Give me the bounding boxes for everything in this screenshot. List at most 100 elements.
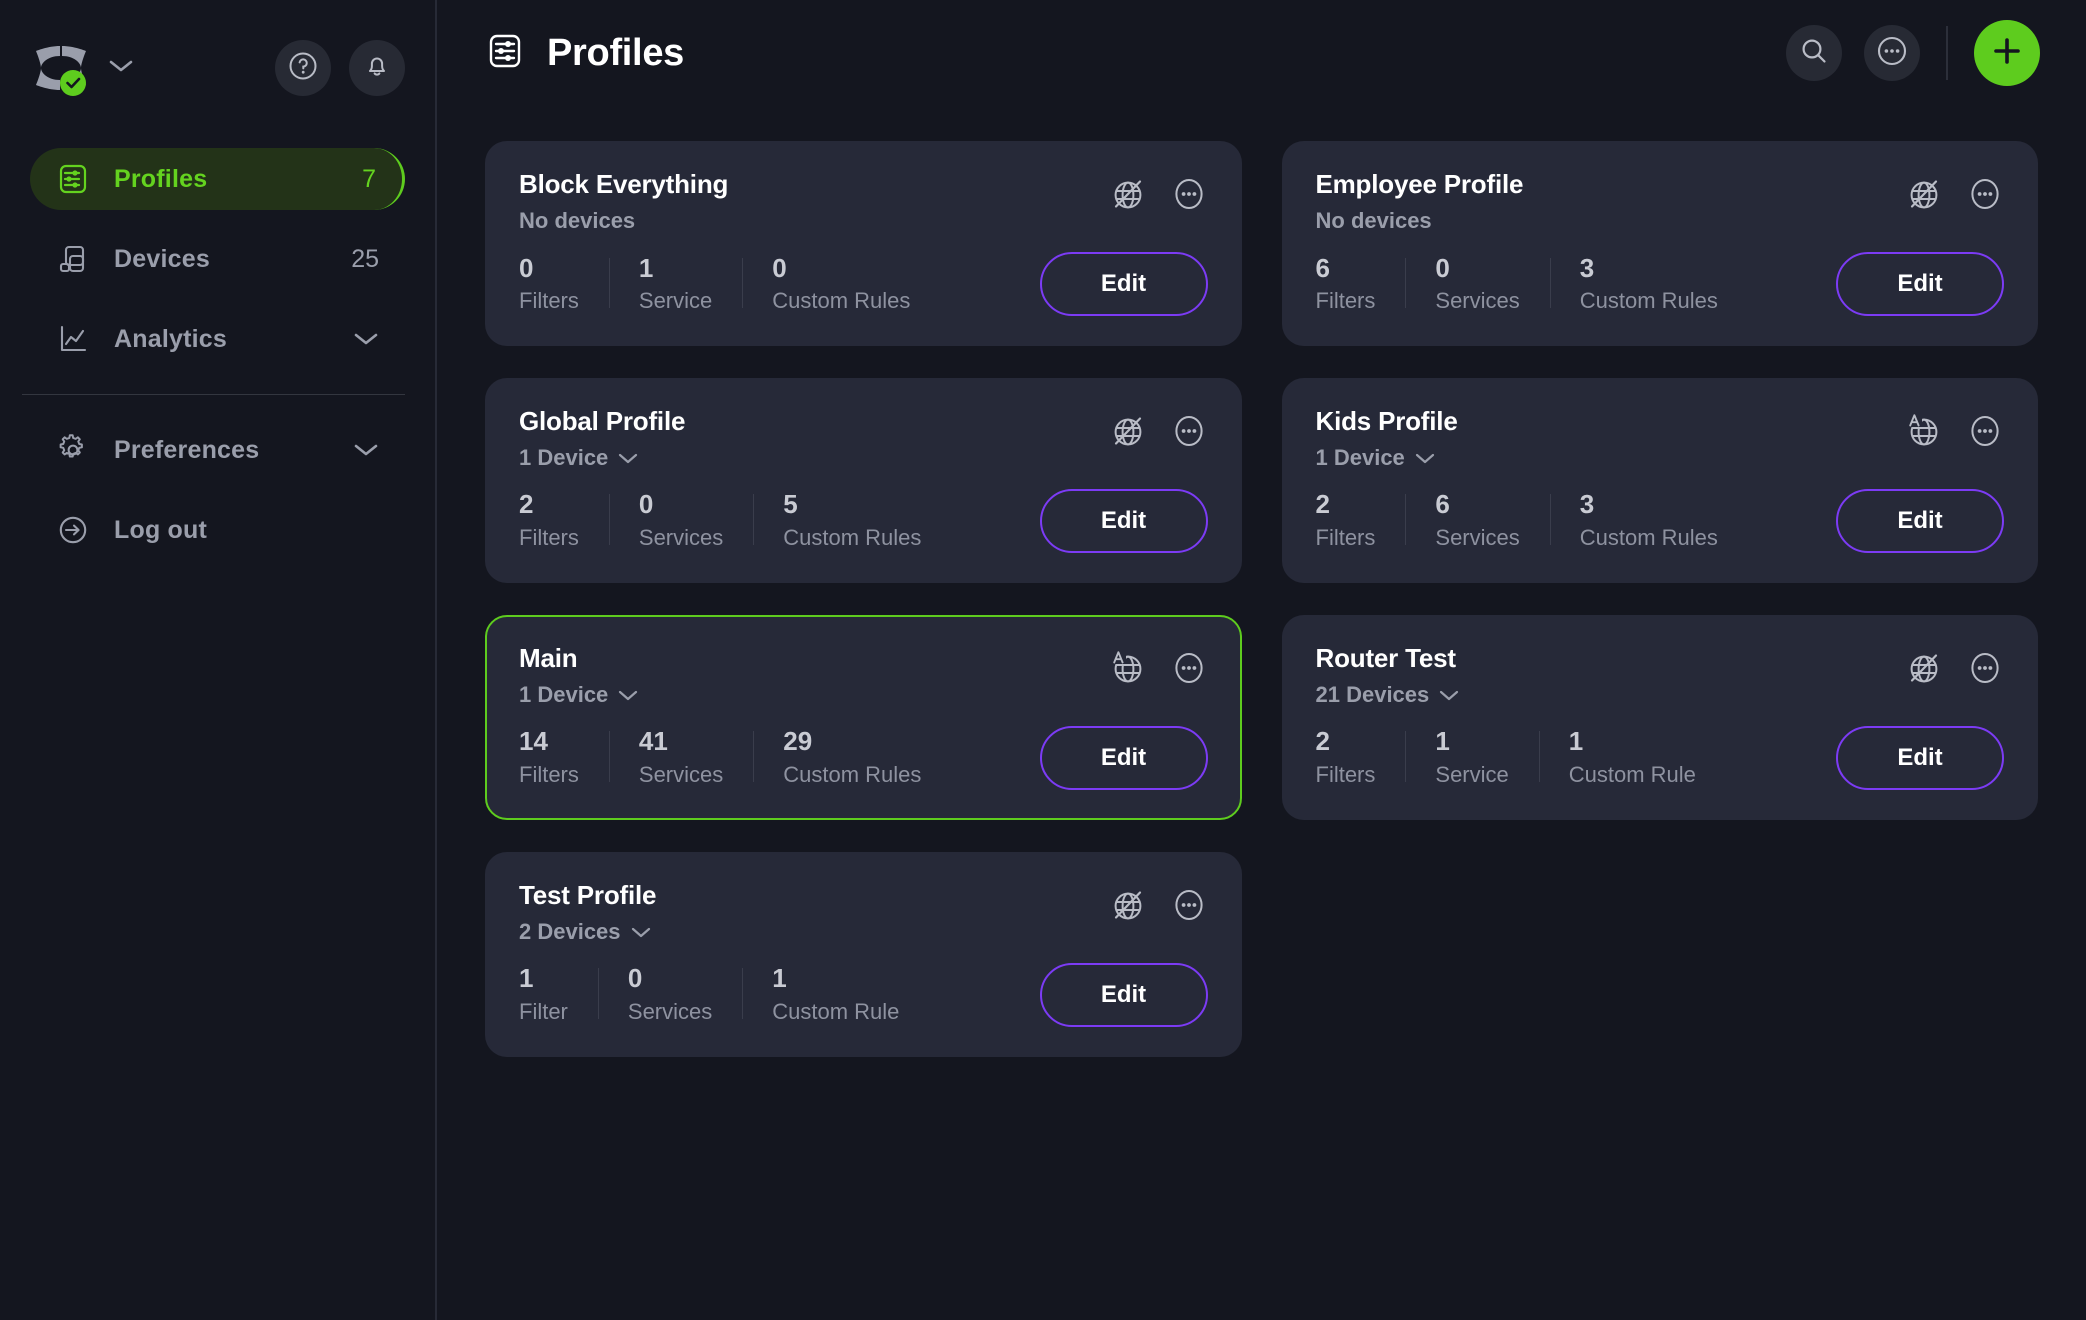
globe-off-icon[interactable] (1108, 411, 1148, 451)
sidebar-item-label: Log out (114, 515, 208, 544)
brand-switcher[interactable] (30, 42, 134, 96)
profile-card-titles: Kids Profile 1 Device (1316, 406, 1905, 471)
search-button[interactable] (1786, 25, 1842, 81)
profile-devices[interactable]: 1 Device (519, 445, 1108, 471)
help-button[interactable] (275, 40, 331, 96)
sidebar-item-profiles[interactable]: Profiles 7 (30, 148, 405, 210)
profile-devices[interactable]: 1 Device (1316, 445, 1905, 471)
profile-stat-label: Filters (1315, 525, 1376, 551)
add-profile-button[interactable] (1974, 20, 2040, 86)
profile-card-titles: Router Test 21 Devices (1316, 643, 1905, 708)
sidebar-divider (22, 394, 405, 395)
sidebar-item-analytics[interactable]: Analytics (30, 308, 405, 370)
sidebar-item-logout[interactable]: Log out (30, 499, 405, 561)
more-circle-icon[interactable] (1170, 886, 1208, 924)
plus-icon (1991, 35, 2023, 72)
chevron-down-icon[interactable] (617, 682, 639, 708)
edit-button[interactable]: Edit (1039, 962, 1208, 1027)
chevron-down-icon[interactable] (1438, 682, 1460, 708)
profile-devices[interactable]: 1 Device (519, 682, 1108, 708)
edit-button[interactable]: Edit (1039, 725, 1208, 790)
sidebar-item-preferences[interactable]: Preferences (30, 419, 405, 481)
edit-button[interactable]: Edit (1039, 251, 1208, 316)
control-d-logo (30, 42, 92, 96)
sidebar-item-label: Devices (114, 244, 210, 273)
profile-devices[interactable]: 2 Devices (519, 919, 1108, 945)
profile-card-employee-profile[interactable]: Employee Profile No devices 6 Filters 0 … (1281, 141, 2038, 346)
profile-card-main[interactable]: Main 1 Device 14 Filters 41 Services 29 … (485, 614, 1242, 820)
profile-stat: 0 Services (1405, 253, 1549, 315)
edit-button[interactable]: Edit (1836, 251, 2004, 316)
profile-stat-value: 14 (519, 726, 548, 757)
gear-icon (56, 433, 90, 467)
profile-devices-label: No devices (1315, 207, 1432, 233)
profile-devices[interactable]: 21 Devices (1316, 682, 1905, 708)
profile-card-body: 2 Filters 0 Services 5 Custom Rules Edit (519, 488, 1208, 553)
profile-stat-label: Filters (519, 525, 579, 551)
profile-card-test-profile[interactable]: Test Profile 2 Devices 1 Filter 0 Servic… (485, 851, 1242, 1057)
more-circle-icon[interactable] (1170, 412, 1208, 450)
sidebar-item-count: 7 (362, 164, 376, 193)
profile-devices-label: No devices (519, 207, 636, 233)
profile-name: Main (519, 642, 578, 673)
sidebar-header (0, 0, 435, 106)
chevron-down-icon[interactable] (617, 445, 639, 471)
profile-card-header: Employee Profile No devices (1316, 169, 2005, 234)
profile-stat: 2 Filters (1316, 727, 1406, 788)
profile-card-router-test[interactable]: Router Test 21 Devices 2 Filters 1 Servi… (1281, 614, 2038, 820)
profile-stat-value: 0 (519, 252, 534, 283)
profile-stat-value: 0 (772, 252, 787, 283)
more-options-button[interactable] (1864, 25, 1920, 81)
edit-button[interactable]: Edit (1836, 488, 2004, 553)
profile-devices-label: 21 Devices (1315, 681, 1430, 707)
profile-stat: 41 Services (608, 727, 753, 788)
globe-off-icon[interactable] (1108, 885, 1148, 925)
profile-name: Block Everything (519, 169, 729, 199)
more-circle-icon[interactable] (1966, 175, 2004, 213)
profile-stat: 2 Filters (1316, 490, 1406, 551)
profile-stat: 0 Filters (519, 252, 609, 315)
edit-button[interactable]: Edit (1836, 725, 2004, 790)
profile-card-global-profile[interactable]: Global Profile 1 Device 2 Filters 0 Serv… (485, 377, 1242, 583)
globe-language-icon[interactable] (1108, 648, 1148, 688)
sidebar-item-devices[interactable]: Devices 25 (30, 228, 405, 290)
more-circle-icon (1876, 35, 1908, 72)
sidebar-nav-secondary: Preferences Log out (0, 419, 435, 561)
sliders-square-icon (485, 31, 525, 76)
chevron-down-icon[interactable] (1414, 445, 1436, 471)
globe-off-icon[interactable] (1904, 174, 1944, 214)
profile-devices[interactable]: No devices (1316, 208, 1905, 234)
profile-card-icons (1904, 170, 2004, 214)
profile-stats: 2 Filters 1 Service 1 Custom Rule (1316, 727, 1837, 788)
profile-stat: 14 Filters (519, 727, 609, 788)
more-circle-icon[interactable] (1966, 412, 2004, 450)
profile-card-header: Global Profile 1 Device (519, 406, 1208, 471)
profile-card-icons (1108, 407, 1208, 451)
profile-card-body: 0 Filters 1 Service 0 Custom Rules Edit (519, 251, 1208, 316)
chevron-down-icon[interactable] (630, 919, 652, 945)
profile-devices-label: 1 Device (519, 681, 609, 707)
chevron-down-icon (353, 442, 379, 458)
more-circle-icon[interactable] (1170, 175, 1208, 213)
notifications-button[interactable] (349, 40, 405, 96)
sidebar-item-label: Profiles (114, 164, 208, 193)
chart-line-icon (56, 322, 90, 356)
globe-off-icon[interactable] (1108, 174, 1148, 214)
search-icon (1799, 36, 1829, 71)
profile-stat-label: Services (638, 761, 724, 787)
profile-stat-label: Services (638, 525, 724, 551)
sidebar-nav-primary: Profiles 7 Devices 25 Analytics (0, 106, 435, 370)
more-circle-icon[interactable] (1966, 649, 2004, 687)
profile-stat: 3 Custom Rules (1549, 490, 1748, 551)
edit-button[interactable]: Edit (1039, 488, 1208, 553)
more-circle-icon[interactable] (1170, 649, 1208, 687)
profile-stat: 0 Custom Rules (742, 252, 940, 315)
globe-off-icon[interactable] (1904, 648, 1944, 688)
profile-stat: 0 Services (597, 964, 742, 1025)
profile-card-block-everything[interactable]: Block Everything No devices 0 Filters 1 … (485, 141, 1242, 346)
profile-devices[interactable]: No devices (519, 208, 1108, 234)
profile-card-kids-profile[interactable]: Kids Profile 1 Device 2 Filters 6 Servic… (1281, 377, 2038, 583)
globe-language-icon[interactable] (1904, 411, 1944, 451)
profile-stat: 0 Services (608, 490, 753, 551)
profile-stat-label: Custom Rules (783, 761, 922, 787)
